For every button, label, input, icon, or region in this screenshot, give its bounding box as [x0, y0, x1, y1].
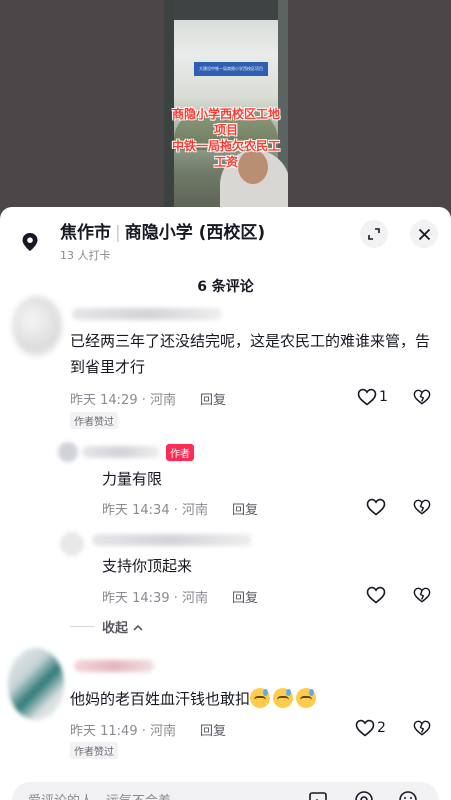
reply-text: 支持你顶起来 — [102, 557, 193, 575]
reply-button[interactable]: 回复 — [232, 587, 258, 606]
comment-text: 他妈的老百姓血汗钱也敢扣 — [70, 686, 319, 712]
location-checkins: 13 人打卡 — [60, 249, 111, 262]
reply-meta: 昨天 14:34 · 河南 — [102, 503, 208, 518]
username-blurred[interactable] — [92, 534, 252, 546]
location-separator: | — [115, 223, 121, 243]
location-place: 商隐小学 (西校区) — [124, 223, 266, 243]
comment-input-placeholder[interactable]: 爱评论的人，运气不会差 — [28, 790, 171, 800]
location-city: 焦作市 — [60, 223, 111, 243]
expand-button[interactable] — [360, 220, 388, 248]
heart-icon[interactable] — [355, 719, 375, 737]
emoji-icon[interactable] — [398, 790, 418, 800]
collapse-replies-button[interactable]: 收起 — [102, 617, 143, 636]
username-blurred[interactable] — [82, 446, 160, 458]
reply-button[interactable]: 回复 — [232, 499, 258, 518]
avatar[interactable] — [8, 648, 64, 720]
reply-button[interactable]: 回复 — [200, 720, 226, 739]
reply-button[interactable]: 回复 — [200, 389, 226, 408]
sweat-emoji-icon — [273, 688, 294, 708]
close-icon — [418, 228, 430, 240]
close-button[interactable] — [410, 220, 438, 248]
collapse-divider — [70, 626, 94, 627]
expand-icon — [368, 228, 380, 240]
author-tag: 作者 — [166, 444, 194, 461]
video-caption: 商隐小学西校区工地 项目 中铁一局拖欠农民工 工资 — [166, 106, 286, 170]
comment-meta: 昨天 11:49 · 河南 — [70, 724, 176, 739]
comment-meta: 昨天 14:29 · 河南 — [70, 393, 176, 408]
comments-count: 6 条评论 — [197, 279, 254, 295]
author-liked-badge: 作者赞过 — [70, 742, 118, 759]
comment-text-content: 他妈的老百姓血汗钱也敢扣 — [70, 690, 251, 708]
video-caption-line: 工资 — [213, 155, 238, 169]
broken-heart-icon[interactable] — [413, 719, 431, 737]
heart-icon[interactable] — [366, 498, 386, 516]
reply-meta: 昨天 14:39 · 河南 — [102, 591, 208, 606]
author-liked-badge: 作者赞过 — [70, 412, 118, 429]
avatar[interactable] — [58, 442, 78, 462]
sweat-emoji-icon — [250, 688, 271, 708]
avatar[interactable] — [60, 532, 84, 556]
reply-text: 力量有限 — [102, 470, 163, 488]
collapse-label: 收起 — [102, 621, 129, 636]
video-roof — [164, 0, 288, 20]
broken-heart-icon[interactable] — [413, 586, 431, 604]
video-player[interactable]: 大建设中铁一局商隐小学西校区项目 商隐小学西校区工地 项目 中铁一局拖欠农民工 … — [164, 0, 288, 215]
chevron-up-icon — [132, 624, 143, 631]
username-blurred[interactable] — [74, 660, 154, 672]
heart-icon[interactable] — [357, 388, 377, 406]
location-title[interactable]: 焦作市 | 商隐小学 (西校区) — [60, 222, 265, 244]
avatar[interactable] — [12, 296, 62, 356]
comment-text: 已经两三年了还没结完呢，这是农民工的难谁来管，告到省里才行 — [70, 332, 431, 376]
broken-heart-icon[interactable] — [413, 388, 431, 406]
image-icon[interactable] — [308, 790, 328, 800]
like-count: 1 — [379, 389, 388, 405]
sweat-emoji-icon — [296, 688, 317, 708]
location-pin-icon — [22, 233, 38, 251]
at-mention-icon[interactable] — [354, 790, 374, 800]
video-banner: 大建设中铁一局商隐小学西校区项目 — [194, 62, 268, 76]
like-count: 2 — [377, 720, 386, 736]
username-blurred[interactable] — [72, 308, 222, 320]
video-caption-line: 商隐小学西校区工地 — [171, 107, 280, 121]
video-caption-line: 中铁一局拖欠农民工 — [171, 139, 280, 153]
broken-heart-icon[interactable] — [413, 498, 431, 516]
heart-icon[interactable] — [366, 586, 386, 604]
video-caption-line: 项目 — [213, 123, 238, 137]
